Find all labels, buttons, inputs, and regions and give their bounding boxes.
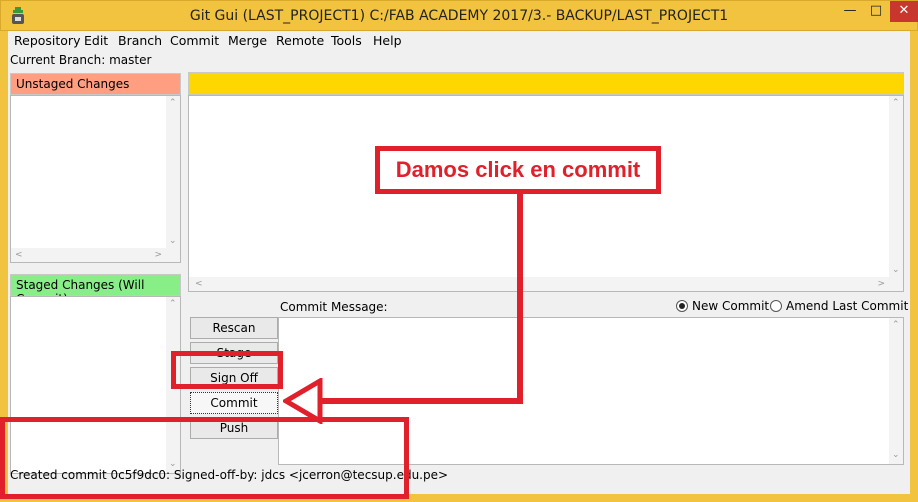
unstaged-vertical-scrollbar[interactable]: ⌃ ⌄ (166, 96, 180, 262)
scroll-up-icon[interactable]: ⌃ (169, 299, 177, 309)
minimize-button[interactable]: — (837, 1, 863, 22)
title-bar: Git Gui (LAST_PROJECT1) C:/FAB ACADEMY 2… (0, 0, 918, 31)
amend-last-commit-radio[interactable]: Amend Last Commit (770, 299, 908, 313)
diff-vertical-scrollbar[interactable]: ⌃ ⌄ (889, 96, 903, 291)
annotation-arrow-line-horizontal (312, 398, 523, 404)
maximize-button[interactable]: □ (863, 1, 889, 22)
menu-tools[interactable]: Tools (331, 33, 362, 48)
window-title: Git Gui (LAST_PROJECT1) C:/FAB ACADEMY 2… (189, 8, 729, 24)
menu-edit[interactable]: Edit (84, 33, 108, 48)
scroll-up-icon[interactable]: ⌃ (892, 98, 900, 108)
diff-horizontal-scrollbar[interactable]: < > (189, 277, 903, 291)
scroll-down-icon[interactable]: ⌄ (892, 450, 900, 460)
annotation-status-highlight (0, 417, 409, 499)
scroll-down-icon[interactable]: ⌄ (169, 236, 177, 246)
menu-help[interactable]: Help (373, 33, 402, 48)
amend-last-commit-label: Amend Last Commit (786, 299, 909, 313)
menu-repository[interactable]: Repository (14, 33, 80, 48)
commit-vertical-scrollbar[interactable]: ⌃ ⌄ (889, 318, 903, 464)
scroll-right-icon[interactable]: > (154, 250, 162, 260)
annotation-callout: Damos click en commit (375, 146, 661, 194)
unstaged-changes-header: Unstaged Changes (10, 73, 181, 95)
scroll-left-icon[interactable]: < (195, 279, 203, 289)
scroll-down-icon[interactable]: ⌄ (892, 265, 900, 275)
commit-button[interactable]: Commit (190, 392, 278, 414)
unstaged-changes-list[interactable]: ⌃ ⌄ < > (10, 95, 181, 263)
new-commit-label: New Commit (692, 299, 770, 313)
current-branch-label: Current Branch: master (10, 53, 152, 67)
menu-bar: Repository Edit Branch Commit Merge Remo… (8, 31, 910, 50)
unstaged-horizontal-scrollbar[interactable]: < > (11, 248, 180, 262)
scroll-up-icon[interactable]: ⌃ (892, 320, 900, 330)
menu-merge[interactable]: Merge (228, 33, 267, 48)
rescan-button[interactable]: Rescan (190, 317, 278, 339)
scroll-up-icon[interactable]: ⌃ (169, 98, 177, 108)
diff-header-bar (188, 72, 904, 95)
menu-remote[interactable]: Remote (276, 33, 324, 48)
radio-selected-icon[interactable] (676, 300, 688, 312)
menu-commit[interactable]: Commit (170, 33, 219, 48)
staged-changes-header: Staged Changes (Will Commit) (10, 274, 181, 306)
new-commit-radio[interactable]: New Commit (676, 299, 769, 313)
commit-message-label: Commit Message: (280, 300, 388, 314)
close-button[interactable]: ✕ (890, 1, 918, 22)
scroll-left-icon[interactable]: < (15, 250, 23, 260)
annotation-arrow-line-vertical (517, 192, 523, 404)
radio-unselected-icon[interactable] (770, 300, 782, 312)
menu-branch[interactable]: Branch (118, 33, 162, 48)
scroll-right-icon[interactable]: > (877, 279, 885, 289)
annotation-commit-highlight (171, 351, 283, 389)
